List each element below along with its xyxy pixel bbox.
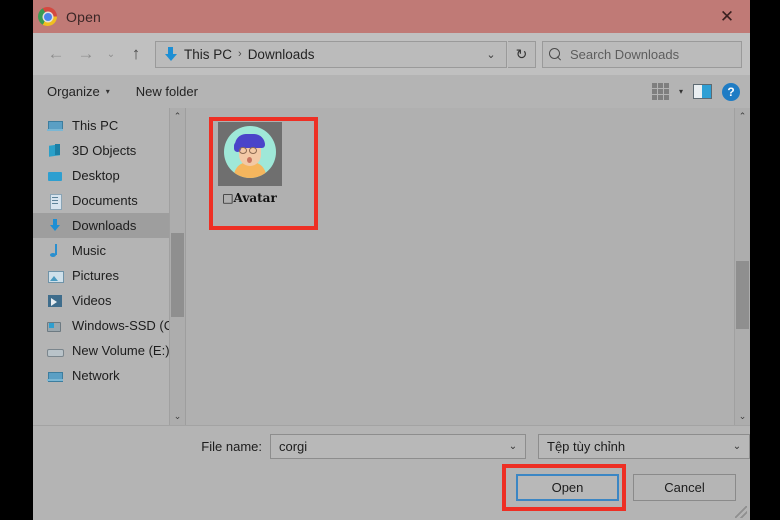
sidebar-item-label: Windows-SSD (C [72,318,174,333]
sidebar-item-music[interactable]: Music [33,238,185,263]
sidebar-item-this-pc[interactable]: This PC [33,113,185,138]
scroll-up-icon[interactable]: ⌃ [735,108,750,125]
sidebar-item-windows-ssd[interactable]: Windows-SSD (C [33,313,185,338]
sidebar-item-network[interactable]: Network [33,363,185,388]
pictures-icon [47,268,64,284]
list-item[interactable]: □Avatar [202,116,297,216]
chevron-down-icon: ▾ [105,87,110,96]
sidebar-item-desktop[interactable]: Desktop [33,163,185,188]
filename-value: corgi [279,439,308,454]
videos-icon [47,293,63,309]
network-icon [47,368,63,384]
recent-locations-button[interactable]: ⌄ [101,40,121,68]
cancel-button[interactable]: Cancel [633,474,736,501]
volume-icon [47,343,64,359]
filelist-scrollbar[interactable]: ⌃ ⌄ [734,108,750,425]
pc-icon [47,118,63,134]
drive-icon [47,318,63,334]
dialog-buttons: Open Cancel [516,474,736,501]
filename-label: File name: [201,439,262,454]
sidebar-item-new-volume[interactable]: New Volume (E:) [33,338,185,363]
avatar-image [223,126,276,178]
filetype-value: Tệp tùy chỉnh [547,439,626,454]
view-chevron-down-icon[interactable]: ▾ [679,87,683,96]
new-folder-label: New folder [135,84,198,99]
view-grid-icon[interactable] [651,83,669,100]
sidebar-item-documents[interactable]: Documents [33,188,185,213]
sidebar-item-label: Downloads [72,218,137,233]
desktop-icon [47,168,63,184]
chrome-logo-icon [38,7,57,26]
sidebar-item-label: Music [72,243,106,258]
dialog-body: This PC 3D Objects Desktop Documents Dow… [33,108,750,425]
sidebar-item-label: New Volume (E:) [72,343,170,358]
command-toolbar: Organize ▾ New folder ▾ ? [33,75,750,108]
chevron-down-icon[interactable]: ⌄ [505,441,521,452]
search-placeholder: Search Downloads [570,46,680,62]
search-icon [549,47,562,61]
organize-label: Organize [47,84,100,99]
filelist-scroll-thumb[interactable] [736,260,749,329]
preview-pane-icon[interactable] [693,84,712,99]
organize-button[interactable]: Organize ▾ [47,84,110,99]
scroll-up-icon[interactable]: ⌃ [170,108,185,125]
navigation-sidebar: This PC 3D Objects Desktop Documents Dow… [33,108,185,425]
address-bar[interactable]: This PC › Downloads ⌄ [155,40,507,68]
sidebar-scroll-thumb[interactable] [171,232,184,318]
sidebar-item-3d-objects[interactable]: 3D Objects [33,138,185,163]
dialog-footer: File name: corgi ⌄ Tệp tùy chỉnh ⌄ Open … [33,425,750,520]
window-titlebar: Open ✕ [33,0,750,33]
sidebar-item-label: This PC [72,118,119,133]
sidebar-item-label: Network [72,368,120,383]
sidebar-scrollbar[interactable]: ⌃ ⌄ [169,108,185,425]
scroll-down-icon[interactable]: ⌄ [735,408,750,425]
sidebar-item-label: Documents [72,193,138,208]
3d-objects-icon [47,143,63,159]
downloads-icon [47,218,63,234]
avatar-glasses-left [238,147,247,154]
sidebar-scroll-track[interactable] [170,125,185,408]
filename-input[interactable]: corgi ⌄ [270,434,526,459]
file-list-pane[interactable]: □Avatar ⌃ ⌄ [185,108,750,425]
chevron-down-icon[interactable]: ⌄ [480,48,502,61]
sidebar-item-label: Desktop [72,168,120,183]
avatar-mouth [246,157,252,163]
avatar-thumbnail [217,122,282,186]
sidebar-item-pictures[interactable]: Pictures [33,263,185,288]
forward-button[interactable]: → [71,40,101,68]
resize-grip[interactable] [735,506,747,518]
scroll-down-icon[interactable]: ⌄ [170,408,185,425]
breadcrumb-this-pc[interactable]: This PC [184,47,232,62]
filetype-select[interactable]: Tệp tùy chỉnh ⌄ [538,434,750,459]
chevron-down-icon[interactable]: ⌄ [729,441,745,452]
toolbar-right-group: ▾ ? [651,82,740,101]
screenshot-root: Open ✕ ← → ⌄ ↑ This PC › Downloads ⌄ ↻ S… [0,0,780,520]
open-file-dialog: Open ✕ ← → ⌄ ↑ This PC › Downloads ⌄ ↻ S… [33,0,750,520]
navigation-bar: ← → ⌄ ↑ This PC › Downloads ⌄ ↻ Search D… [33,33,750,75]
window-title: Open [66,8,102,25]
filelist-scroll-track[interactable] [735,125,750,408]
filename-row: File name: corgi ⌄ Tệp tùy chỉnh ⌄ [33,434,750,459]
sidebar-item-videos[interactable]: Videos [33,288,185,313]
search-input[interactable]: Search Downloads [542,40,742,68]
breadcrumb-downloads[interactable]: Downloads [248,47,315,62]
help-icon[interactable]: ? [722,82,740,101]
refresh-button[interactable]: ↻ [508,40,536,68]
close-icon[interactable]: ✕ [704,0,750,33]
new-folder-button[interactable]: New folder [136,84,198,99]
sidebar-item-label: 3D Objects [72,143,137,158]
file-label: □Avatar [222,191,277,205]
downloads-arrow-icon [163,46,178,62]
documents-icon [47,193,63,210]
breadcrumb-separator: › [238,48,242,60]
sidebar-item-label: Pictures [72,268,119,283]
up-button[interactable]: ↑ [121,40,151,68]
sidebar-item-label: Videos [72,293,112,308]
avatar-glasses-right [248,147,257,154]
sidebar-item-downloads[interactable]: Downloads [33,213,185,238]
music-icon [47,243,63,259]
open-button[interactable]: Open [516,474,619,501]
back-button[interactable]: ← [41,40,71,68]
